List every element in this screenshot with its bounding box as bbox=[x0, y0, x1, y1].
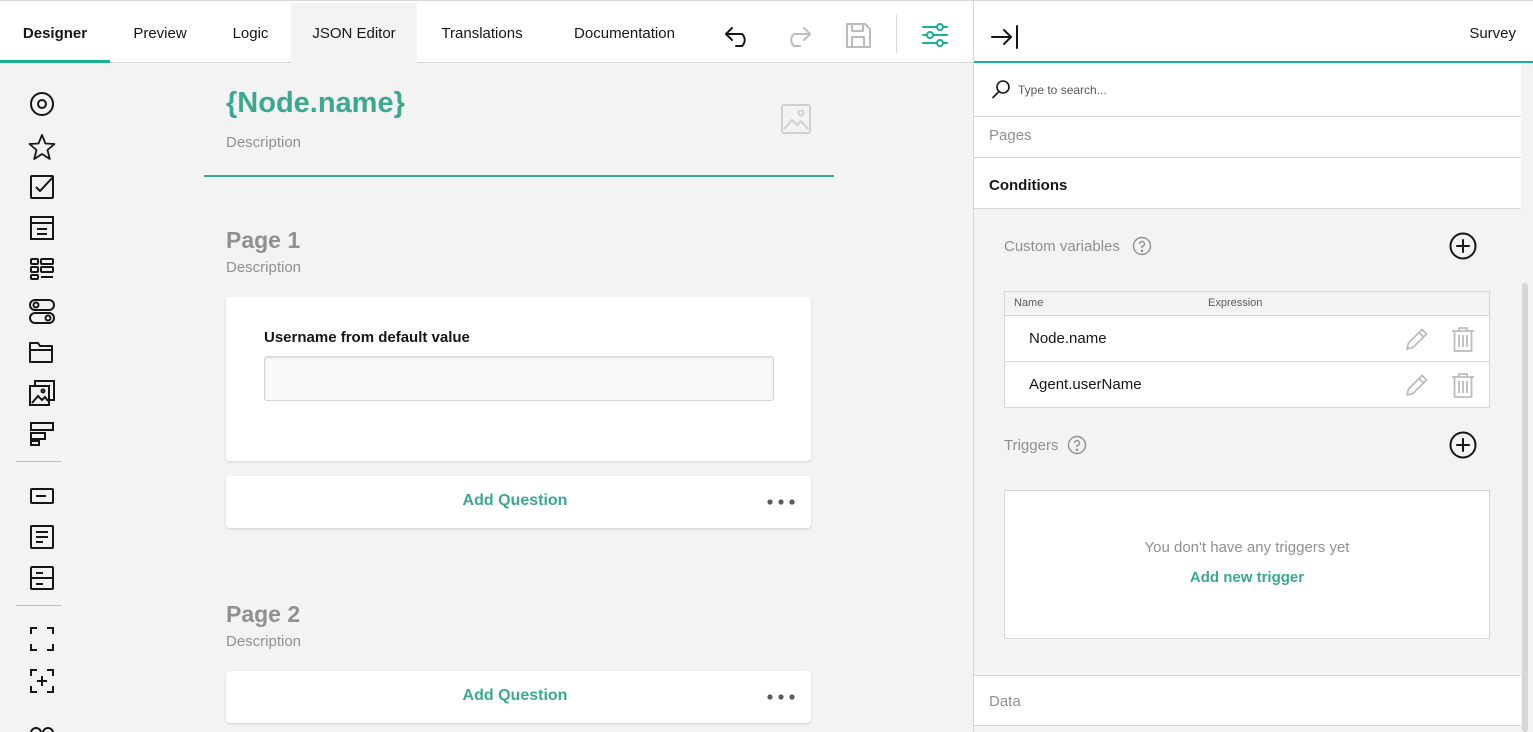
boolean-icon[interactable] bbox=[28, 297, 56, 325]
search-input[interactable] bbox=[1018, 80, 1498, 100]
help-icon[interactable] bbox=[1067, 435, 1087, 455]
text-icon[interactable] bbox=[28, 482, 56, 510]
section-data[interactable]: Data bbox=[974, 675, 1521, 726]
tab-json-editor[interactable]: JSON Editor bbox=[291, 3, 417, 63]
tab-logic[interactable]: Logic bbox=[210, 3, 291, 63]
survey-creator: Designer Preview Logic JSON Editor Trans… bbox=[0, 0, 1533, 732]
page-title[interactable]: Page 2 bbox=[226, 601, 300, 628]
toolbox bbox=[0, 63, 84, 732]
table-row[interactable]: Agent.userName bbox=[1005, 362, 1489, 408]
top-toolbar: Designer Preview Logic JSON Editor Trans… bbox=[0, 0, 974, 63]
table-row[interactable]: Node.name bbox=[1005, 316, 1489, 362]
checkbox-icon[interactable] bbox=[28, 173, 56, 201]
paneldynamic-icon[interactable] bbox=[28, 667, 56, 695]
add-question-button[interactable]: Add Question bbox=[226, 492, 804, 510]
tab-documentation[interactable]: Documentation bbox=[547, 3, 702, 63]
column-header-name: Name bbox=[1014, 297, 1044, 309]
add-question-bar: Add Question bbox=[226, 476, 811, 528]
dropdown-icon[interactable] bbox=[28, 214, 56, 242]
toolbox-divider bbox=[16, 461, 61, 462]
variable-name: Node.name bbox=[1029, 330, 1107, 347]
help-icon[interactable] bbox=[1132, 236, 1152, 256]
radiogroup-icon[interactable] bbox=[28, 90, 56, 118]
logo-placeholder-icon[interactable] bbox=[780, 103, 812, 135]
custom-variables-label: Custom variables bbox=[1004, 238, 1120, 255]
header-separator bbox=[204, 175, 834, 177]
column-header-expression: Expression bbox=[1208, 297, 1263, 309]
table-header: Name Expression bbox=[1005, 292, 1489, 316]
comment-icon[interactable] bbox=[28, 523, 56, 551]
toolbar-separator bbox=[896, 15, 897, 53]
settings-icon[interactable] bbox=[919, 19, 951, 51]
undo-icon[interactable] bbox=[722, 19, 754, 51]
survey-description[interactable]: Description bbox=[226, 134, 301, 151]
edit-icon[interactable] bbox=[1403, 371, 1431, 399]
add-trigger-icon-button[interactable] bbox=[1448, 430, 1478, 460]
page-title[interactable]: Page 1 bbox=[226, 227, 300, 254]
variable-name: Agent.userName bbox=[1029, 376, 1142, 393]
toolbox-divider bbox=[16, 605, 61, 606]
matrix-icon[interactable] bbox=[28, 420, 56, 448]
add-new-trigger-link[interactable]: Add new trigger bbox=[1005, 569, 1489, 586]
question-card[interactable]: Username from default value bbox=[226, 297, 811, 461]
section-label: Conditions bbox=[989, 177, 1068, 194]
add-question-bar: Add Question bbox=[226, 671, 811, 723]
more-options-icon[interactable] bbox=[766, 689, 796, 705]
triggers-label: Triggers bbox=[1004, 437, 1059, 454]
tab-designer[interactable]: Designer bbox=[0, 3, 110, 63]
add-variable-button[interactable] bbox=[1448, 231, 1478, 261]
custom-variables-table: Name Expression Node.name Agent.userName bbox=[1004, 291, 1490, 408]
panel-icon[interactable] bbox=[28, 625, 56, 653]
section-label: Pages bbox=[989, 127, 1032, 144]
more-options-icon[interactable] bbox=[766, 494, 796, 510]
section-pages[interactable]: Pages bbox=[974, 117, 1521, 158]
tab-preview[interactable]: Preview bbox=[110, 3, 210, 63]
page-description[interactable]: Description bbox=[226, 259, 301, 276]
section-label: Data bbox=[989, 693, 1021, 710]
save-icon[interactable] bbox=[842, 19, 874, 51]
empty-triggers-text: You don't have any triggers yet bbox=[1144, 539, 1350, 556]
rating-icon[interactable] bbox=[28, 133, 56, 161]
file-icon[interactable] bbox=[28, 338, 56, 366]
delete-icon[interactable] bbox=[1449, 371, 1477, 399]
ranking-icon[interactable] bbox=[28, 255, 56, 283]
survey-title[interactable]: {Node.name} bbox=[226, 87, 405, 120]
question-title[interactable]: Username from default value bbox=[264, 329, 470, 346]
property-grid: Survey Pages Conditions Custom variables… bbox=[973, 0, 1533, 732]
property-grid-title: Survey bbox=[1469, 25, 1516, 42]
triggers-empty-panel: You don't have any triggers yet Add new … bbox=[1004, 490, 1490, 639]
collapse-panel-icon[interactable] bbox=[989, 21, 1021, 53]
property-grid-scrollbar[interactable] bbox=[1522, 283, 1528, 732]
question-input[interactable] bbox=[264, 356, 774, 401]
property-search bbox=[974, 63, 1521, 117]
add-question-button[interactable]: Add Question bbox=[226, 687, 804, 705]
tab-translations[interactable]: Translations bbox=[417, 3, 547, 63]
section-conditions[interactable]: Conditions bbox=[974, 158, 1521, 209]
redo-icon[interactable] bbox=[782, 19, 814, 51]
page-description[interactable]: Description bbox=[226, 633, 301, 650]
delete-icon[interactable] bbox=[1449, 325, 1477, 353]
edit-icon[interactable] bbox=[1403, 325, 1431, 353]
imagepicker-icon[interactable] bbox=[28, 379, 56, 407]
design-surface: {Node.name} Description Page 1 Descripti… bbox=[84, 63, 973, 732]
property-grid-header: Survey bbox=[974, 0, 1533, 63]
more-icon[interactable] bbox=[28, 723, 56, 732]
multipletext-icon[interactable] bbox=[28, 564, 56, 592]
search-icon bbox=[991, 79, 1011, 99]
